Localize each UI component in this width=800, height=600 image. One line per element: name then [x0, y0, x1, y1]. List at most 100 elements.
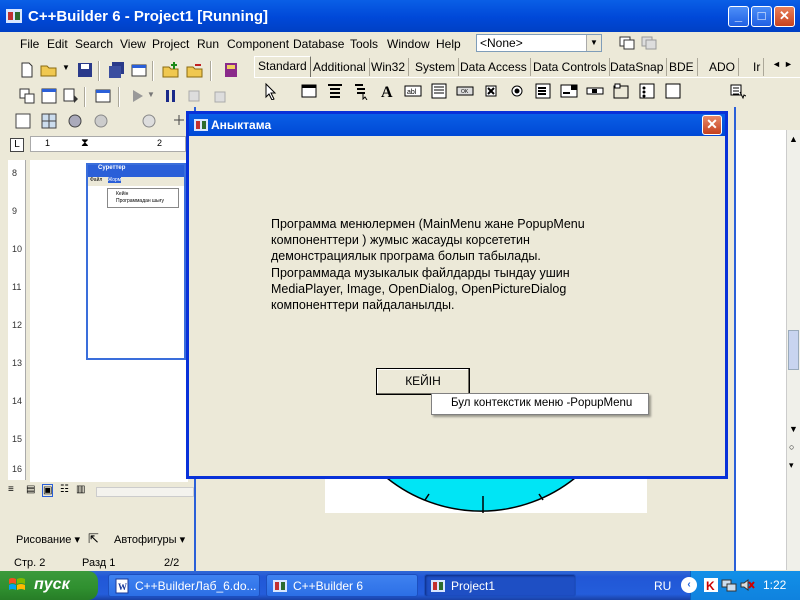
label-icon[interactable]: A: [378, 82, 396, 100]
word-toolbar-icon[interactable]: [14, 112, 32, 130]
web-view-icon[interactable]: ▤: [26, 484, 35, 495]
menu-help[interactable]: Help: [436, 37, 461, 51]
table-icon[interactable]: [40, 112, 58, 130]
autoshapes-menu-button[interactable]: Автофигуры ▾: [114, 533, 185, 546]
network-icon[interactable]: [721, 577, 737, 593]
tab-ado[interactable]: ADO: [706, 58, 740, 76]
windows-icon[interactable]: [618, 34, 636, 52]
trace-into-icon[interactable]: [186, 87, 204, 105]
task-project1[interactable]: Project1: [424, 574, 576, 597]
menu-edit[interactable]: Edit: [47, 37, 68, 51]
menu-project[interactable]: Project: [152, 37, 189, 51]
run-icon[interactable]: [128, 87, 146, 105]
mainmenu-icon[interactable]: [326, 82, 344, 100]
radiogroup-icon[interactable]: [638, 82, 656, 100]
next-page-icon[interactable]: ▾: [789, 460, 794, 471]
tab-bde[interactable]: BDE: [666, 58, 698, 76]
reading-view-icon[interactable]: ▥: [76, 484, 85, 495]
horizontal-scrollbar[interactable]: [96, 487, 194, 497]
back-button[interactable]: КЕЙІН: [376, 368, 470, 395]
save-all-icon[interactable]: [108, 61, 126, 79]
show-hidden-icons-button[interactable]: ‹: [681, 577, 697, 593]
maximize-button[interactable]: □: [751, 6, 772, 27]
actionlist-icon[interactable]: [728, 82, 746, 100]
remove-file-icon[interactable]: [186, 61, 204, 79]
pause-icon[interactable]: [162, 87, 180, 105]
kaspersky-icon[interactable]: K: [703, 577, 719, 593]
scrollbar-icon[interactable]: [586, 82, 604, 100]
start-button[interactable]: пуск: [0, 571, 98, 600]
groupbox-icon[interactable]: [612, 82, 630, 100]
tab-overflow[interactable]: Ir: [750, 58, 765, 76]
indent-marker-icon[interactable]: ⧗: [81, 137, 89, 150]
view-form-icon[interactable]: [40, 87, 58, 105]
tab-win32[interactable]: Win32: [368, 58, 410, 76]
save-icon[interactable]: [76, 61, 94, 79]
close-button[interactable]: ✕: [774, 6, 795, 27]
tab-data-controls[interactable]: Data Controls: [530, 58, 611, 76]
help-book-icon[interactable]: [222, 61, 240, 79]
tab-data-access[interactable]: Data Access: [457, 58, 531, 76]
window-list-icon[interactable]: [640, 34, 658, 52]
tab-scroll-right-icon[interactable]: ►: [784, 59, 793, 69]
chevron-down-icon[interactable]: ▼: [586, 35, 601, 51]
button-icon[interactable]: OK: [456, 82, 474, 100]
pointer-icon[interactable]: [262, 82, 280, 100]
dialog-close-button[interactable]: ✕: [702, 115, 722, 135]
normal-view-icon[interactable]: ≡: [8, 484, 14, 495]
listbox-icon[interactable]: [534, 82, 552, 100]
zoom-icon[interactable]: [140, 112, 158, 130]
menu-file[interactable]: File: [20, 37, 39, 51]
popupmenu-icon[interactable]: [352, 82, 370, 100]
scroll-up-icon[interactable]: ▲: [789, 134, 798, 144]
tab-standard[interactable]: Standard: [254, 56, 311, 77]
panel-icon[interactable]: [664, 82, 682, 100]
popup-menu-item[interactable]: Бул контекстик меню -PopupMenu: [451, 397, 632, 409]
volume-muted-icon[interactable]: [739, 577, 755, 593]
scroll-down-icon[interactable]: ▼: [789, 424, 798, 434]
tab-scroll-left-icon[interactable]: ◄: [772, 59, 781, 69]
select-objects-icon[interactable]: ⇱: [88, 531, 99, 547]
open-folder-icon[interactable]: [40, 61, 58, 79]
tab-datasnap[interactable]: DataSnap: [607, 58, 668, 76]
step-over-icon[interactable]: [210, 87, 228, 105]
menu-database[interactable]: Database: [293, 37, 344, 51]
menu-view[interactable]: View: [120, 37, 146, 51]
task-cpp-builder[interactable]: C++Builder 6: [266, 574, 418, 597]
word-vertical-scrollbar[interactable]: ▲ ▼ ○ ▾: [786, 130, 800, 570]
columns-icon[interactable]: [66, 112, 84, 130]
drawing-icon[interactable]: [92, 112, 110, 130]
drawing-menu-button[interactable]: Рисование ▾: [16, 533, 80, 546]
radiobutton-icon[interactable]: [508, 82, 526, 100]
tab-stop-selector[interactable]: L: [10, 138, 24, 152]
toggle-form-unit-icon[interactable]: [62, 87, 80, 105]
view-unit-icon[interactable]: [18, 87, 36, 105]
target-combo[interactable]: <None> ▼: [476, 34, 602, 52]
menu-search[interactable]: Search: [75, 37, 113, 51]
menu-window[interactable]: Window: [387, 37, 430, 51]
language-indicator[interactable]: RU: [654, 579, 671, 593]
clock[interactable]: 1:22: [763, 578, 786, 592]
add-file-icon[interactable]: [162, 61, 180, 79]
outline-view-icon[interactable]: ☷: [60, 484, 69, 495]
menu-run[interactable]: Run: [197, 37, 219, 51]
menu-tools[interactable]: Tools: [350, 37, 378, 51]
browse-object-icon[interactable]: ○: [789, 442, 794, 452]
memo-icon[interactable]: [430, 82, 448, 100]
print-view-icon[interactable]: ▣: [42, 484, 54, 497]
new-form-icon[interactable]: [94, 87, 112, 105]
task-word-doc[interactable]: W C++BuilderЛаб_6.do...: [108, 574, 260, 597]
combobox-icon[interactable]: [560, 82, 578, 100]
checkbox-icon[interactable]: [482, 82, 500, 100]
frames-icon[interactable]: [300, 82, 318, 100]
open-project-icon[interactable]: [130, 61, 148, 79]
scroll-thumb[interactable]: [788, 330, 799, 370]
menu-component[interactable]: Component: [227, 37, 289, 51]
dialog-titlebar[interactable]: Аныктама ✕: [189, 114, 725, 136]
tab-system[interactable]: System: [412, 58, 460, 76]
new-file-icon[interactable]: [18, 61, 36, 79]
tab-additional[interactable]: Additional: [310, 58, 370, 76]
edit-icon[interactable]: abl: [404, 82, 422, 100]
status-page: Стр. 2: [14, 557, 46, 569]
minimize-button[interactable]: _: [728, 6, 749, 27]
